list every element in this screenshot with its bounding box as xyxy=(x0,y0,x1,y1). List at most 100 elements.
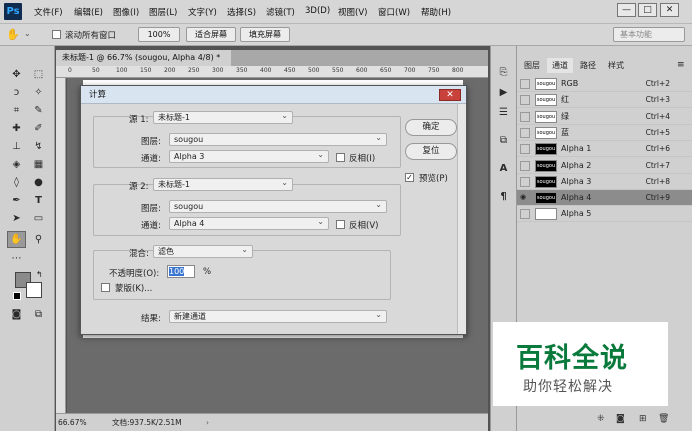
adjustments-panel-icon[interactable]: ☰ xyxy=(497,106,510,119)
menu-view[interactable]: 视图(V) xyxy=(338,6,367,18)
load-selection-icon[interactable]: ⁜ xyxy=(597,414,605,424)
character-panel-icon[interactable]: A xyxy=(497,162,510,175)
minimize-button[interactable]: — xyxy=(617,3,636,17)
channel-row[interactable]: sougou 红 Ctrl+3 xyxy=(517,92,692,109)
background-color-swatch[interactable] xyxy=(26,282,42,298)
rectangle-tool-icon[interactable]: ▭ xyxy=(32,212,45,225)
properties-panel-icon[interactable]: ⧉ xyxy=(497,134,510,147)
visibility-eye-icon[interactable] xyxy=(520,160,530,171)
opacity-input[interactable]: 100 xyxy=(167,265,195,278)
paragraph-panel-icon[interactable]: ¶ xyxy=(497,190,510,203)
chevron-down-icon[interactable]: ⌄ xyxy=(24,29,31,38)
channel-row[interactable]: sougou Alpha 1 Ctrl+6 xyxy=(517,141,692,158)
actions-panel-icon[interactable]: ▶ xyxy=(497,86,510,99)
fit-screen-button[interactable]: 适合屏幕 xyxy=(186,27,236,42)
menu-window[interactable]: 窗口(W) xyxy=(378,6,410,18)
eyedropper-tool-icon[interactable]: ✎ xyxy=(32,104,45,117)
channel-row[interactable]: sougou Alpha 3 Ctrl+8 xyxy=(517,174,692,190)
source2-channel-select[interactable]: Alpha 4 xyxy=(169,216,329,230)
visibility-eye-icon[interactable] xyxy=(520,95,530,106)
mask-checkbox[interactable] xyxy=(101,283,110,292)
source1-select[interactable]: 未标题-1 xyxy=(153,110,293,124)
new-channel-icon[interactable]: ⊞ xyxy=(639,414,647,424)
visibility-eye-icon[interactable] xyxy=(520,209,530,220)
hand-tool-icon[interactable]: ✋ xyxy=(7,231,26,248)
type-tool-icon[interactable]: T xyxy=(32,194,45,207)
scroll-all-checkbox[interactable] xyxy=(52,30,61,39)
dodge-tool-icon[interactable]: ● xyxy=(32,176,45,189)
zoom-level[interactable]: 66.67% xyxy=(58,414,87,431)
menu-layer[interactable]: 图层(L) xyxy=(149,6,177,18)
channel-row[interactable]: sougou Alpha 2 Ctrl+7 xyxy=(517,158,692,174)
visibility-eye-icon[interactable] xyxy=(520,127,530,138)
menu-select[interactable]: 选择(S) xyxy=(227,6,256,18)
visibility-eye-icon[interactable]: ◉ xyxy=(520,193,530,203)
tab-paths[interactable]: 路径 xyxy=(577,58,599,73)
zoom-100-button[interactable]: 100% xyxy=(138,27,180,42)
channel-row[interactable]: sougou RGB Ctrl+2 xyxy=(517,76,692,92)
channel-row[interactable]: sougou 蓝 Ctrl+5 xyxy=(517,125,692,141)
channel-row[interactable]: Alpha 5 xyxy=(517,206,692,223)
zoom-tool-icon[interactable]: ⚲ xyxy=(32,233,45,246)
blur-tool-icon[interactable]: ◊ xyxy=(10,176,23,189)
screen-mode-icon[interactable]: ⧉ xyxy=(32,308,45,321)
restore-button[interactable]: □ xyxy=(638,3,657,17)
lasso-tool-icon[interactable]: ↄ xyxy=(10,86,23,99)
swap-colors-icon[interactable]: ↰ xyxy=(36,270,43,279)
tab-styles[interactable]: 样式 xyxy=(605,58,627,73)
visibility-eye-icon[interactable] xyxy=(520,176,530,187)
tab-channels[interactable]: 通道 xyxy=(547,58,573,73)
dialog-scrollbar[interactable] xyxy=(457,104,466,334)
source2-invert-checkbox[interactable] xyxy=(336,220,345,229)
source2-layer-select[interactable]: sougou xyxy=(169,199,387,213)
visibility-eye-icon[interactable] xyxy=(520,111,530,122)
preview-checkbox[interactable]: ✓ xyxy=(405,173,414,182)
menu-file[interactable]: 文件(F) xyxy=(34,6,63,18)
save-selection-icon[interactable]: ◙ xyxy=(616,414,625,424)
pen-tool-icon[interactable]: ✒ xyxy=(10,194,23,207)
more-tools-icon[interactable]: ⋯ xyxy=(10,252,23,265)
visibility-eye-icon[interactable] xyxy=(520,144,530,155)
history-brush-tool-icon[interactable]: ↯ xyxy=(32,140,45,153)
hand-tool-icon[interactable]: ✋ xyxy=(6,28,20,41)
source2-select[interactable]: 未标题-1 xyxy=(153,177,293,191)
blend-mode-select[interactable]: 滤色 xyxy=(153,244,253,258)
tab-layers[interactable]: 图层 xyxy=(521,58,543,73)
default-colors-icon[interactable] xyxy=(13,292,21,300)
workspace-select[interactable]: 基本功能 xyxy=(613,27,685,42)
menu-type[interactable]: 文字(Y) xyxy=(188,6,217,18)
stamp-tool-icon[interactable]: ⊥ xyxy=(10,140,23,153)
quick-mask-icon[interactable]: ◙ xyxy=(10,308,23,321)
source1-layer-select[interactable]: sougou xyxy=(169,132,387,146)
channel-row[interactable]: ◉ sougou Alpha 4 Ctrl+9 xyxy=(517,190,692,207)
channel-row[interactable]: sougou 绿 Ctrl+4 xyxy=(517,109,692,125)
result-select[interactable]: 新建通道 xyxy=(169,309,387,323)
source1-channel-select[interactable]: Alpha 3 xyxy=(169,149,329,163)
visibility-eye-icon[interactable] xyxy=(520,79,530,89)
delete-channel-icon[interactable]: 🗑 xyxy=(658,414,669,424)
menu-edit[interactable]: 编辑(E) xyxy=(74,6,103,18)
document-tab[interactable]: 未标题-1 @ 66.7% (sougou, Alpha 4/8) * × xyxy=(56,50,231,78)
mask-label[interactable]: 蒙版(K)... xyxy=(115,282,152,294)
brush-tool-icon[interactable]: ✐ xyxy=(32,122,45,135)
gradient-tool-icon[interactable]: ▦ xyxy=(32,158,45,171)
crop-tool-icon[interactable]: ⌗ xyxy=(10,104,23,117)
status-arrow-icon[interactable]: › xyxy=(206,414,209,431)
fill-screen-button[interactable]: 填充屏幕 xyxy=(240,27,290,42)
magic-wand-tool-icon[interactable]: ✧ xyxy=(32,86,45,99)
eraser-tool-icon[interactable]: ◈ xyxy=(10,158,23,171)
close-window-button[interactable]: ✕ xyxy=(660,3,679,17)
menu-help[interactable]: 帮助(H) xyxy=(421,6,451,18)
move-tool-icon[interactable]: ✥ xyxy=(10,68,23,81)
menu-image[interactable]: 图像(I) xyxy=(113,6,139,18)
panel-menu-icon[interactable]: ≡ xyxy=(677,60,685,70)
menu-3d[interactable]: 3D(D) xyxy=(305,6,330,16)
marquee-tool-icon[interactable]: ⬚ xyxy=(32,68,45,81)
reset-button[interactable]: 复位 xyxy=(405,143,457,160)
dialog-close-button[interactable]: ✕ xyxy=(439,89,461,101)
source1-invert-checkbox[interactable] xyxy=(336,153,345,162)
menu-filter[interactable]: 滤镜(T) xyxy=(266,6,295,18)
healing-tool-icon[interactable]: ✚ xyxy=(10,122,23,135)
ok-button[interactable]: 确定 xyxy=(405,119,457,136)
history-panel-icon[interactable]: ⎘ xyxy=(497,66,510,79)
